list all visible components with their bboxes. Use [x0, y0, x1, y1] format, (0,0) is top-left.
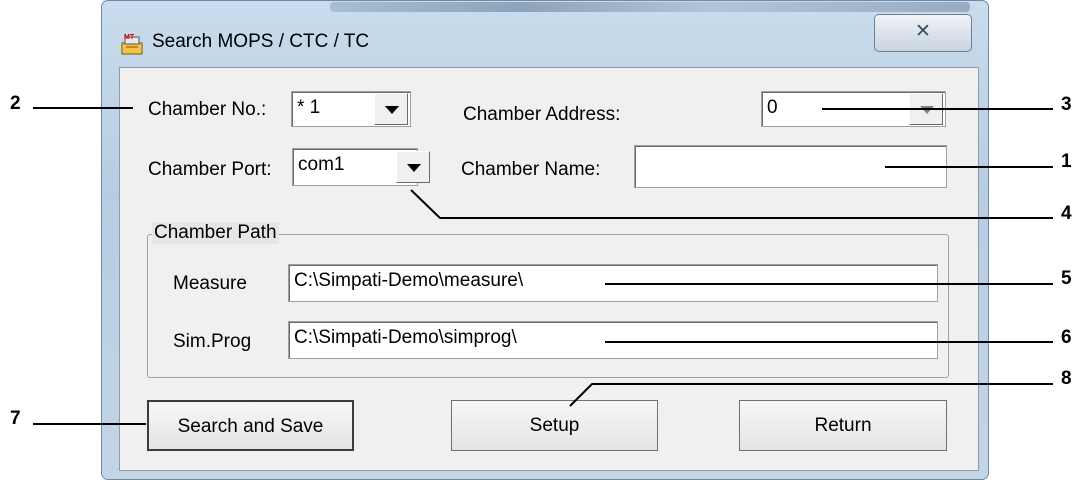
- callout-number-1: 1: [1061, 151, 1072, 172]
- callout-line-8: [569, 383, 1053, 407]
- callout-lines: [33, 107, 1053, 425]
- callout-number-3: 3: [1061, 94, 1072, 115]
- callout-number-6: 6: [1061, 327, 1072, 348]
- callout-number-5: 5: [1061, 268, 1072, 289]
- callout-line-4: [410, 189, 1053, 219]
- callout-number-8: 8: [1061, 368, 1072, 389]
- callout-number-4: 4: [1061, 203, 1072, 224]
- callout-number-2: 2: [10, 93, 21, 114]
- callout-number-7: 7: [10, 408, 21, 429]
